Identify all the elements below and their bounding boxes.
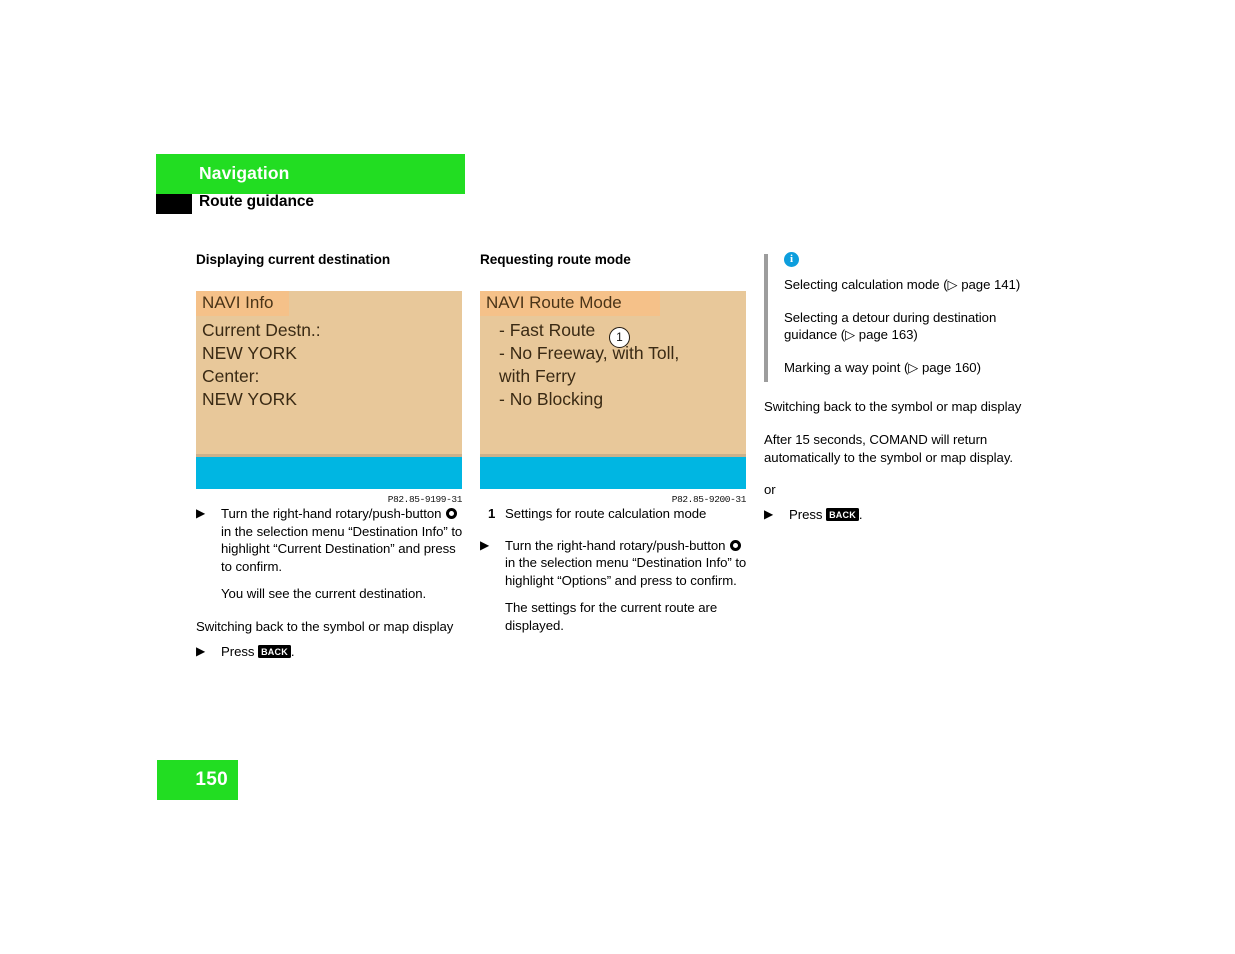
navi-info-figure: NAVI Info Current Destn.: NEW YORK Cente…: [196, 290, 464, 505]
left-step-result: You will see the current destination.: [221, 586, 427, 602]
column-right: i Selecting calculation mode (▷ page 141…: [764, 252, 1036, 533]
navi-info-screen: NAVI Info Current Destn.: NEW YORK Cente…: [196, 290, 462, 489]
chapter-banner: Navigation: [156, 154, 465, 194]
info-vertical-rule: [764, 254, 768, 382]
navi-route-mode-figure: NAVI Route Mode - Fast Route - No Freewa…: [480, 290, 748, 505]
right-or-label: or: [764, 482, 776, 498]
triangle-bullet-icon: ▶: [196, 505, 206, 520]
info-item: Marking a way point (▷ page 160): [784, 359, 981, 375]
navi-info-figure-caption: P82.85-9199-31: [387, 493, 463, 505]
callout-badge-1: 1: [609, 326, 630, 348]
navi-info-line: Current Destn.:: [202, 319, 321, 340]
rotary-push-button-icon: [730, 539, 742, 551]
triangle-bullet-icon: ▶: [480, 537, 490, 552]
navi-route-mode-screen-title: NAVI Route Mode: [486, 292, 622, 312]
column-left: Displaying current destination NAVI Info…: [196, 252, 464, 670]
middle-step-text-b: in the selection menu “Destination Info”…: [505, 555, 747, 588]
legend-text: Settings for route calculation mode: [505, 505, 707, 521]
navi-route-mode-bottom-band: [480, 456, 746, 489]
right-auto-return-text: After 15 seconds, COMAND will return aut…: [764, 431, 1014, 465]
back-key-badge[interactable]: BACK: [258, 645, 291, 659]
left-column-body: ▶ Turn the right-hand rotary/push-button…: [196, 505, 464, 660]
column-middle: Requesting route mode NAVI Route Mode - …: [480, 252, 748, 650]
navi-info-line: Center:: [202, 365, 260, 386]
middle-column-heading: Requesting route mode: [480, 252, 631, 267]
info-circle-icon: i: [784, 252, 799, 267]
navi-info-line: NEW YORK: [202, 342, 297, 363]
middle-step-text-a: Turn the right-hand rotary/push-button: [505, 537, 726, 553]
navi-route-mode-figure-caption: P82.85-9200-31: [671, 493, 747, 505]
navi-info-screen-lines: Current Destn.: NEW YORK Center: NEW YOR…: [202, 319, 458, 411]
chapter-title: Navigation: [199, 163, 290, 183]
left-period: .: [290, 643, 295, 659]
right-period: .: [858, 506, 863, 522]
legend-number: 1: [488, 505, 496, 521]
left-step-item: ▶ Turn the right-hand rotary/push-button…: [196, 505, 464, 575]
rotary-push-button-icon: [446, 507, 458, 519]
left-press-label: Press: [221, 643, 255, 659]
back-key-badge[interactable]: BACK: [826, 508, 859, 522]
left-column-heading: Displaying current destination: [196, 252, 391, 267]
info-item: Selecting calculation mode (▷ page 141): [784, 277, 1021, 292]
info-item: Selecting a detour during destination gu…: [784, 309, 997, 343]
info-callout-box: i Selecting calculation mode (▷ page 141…: [764, 252, 1036, 382]
page-number-box: 150: [157, 760, 238, 800]
section-marker-square: [156, 194, 192, 214]
navi-info-bottom-band: [196, 456, 462, 489]
left-press-back-step: ▶ Press BACK.: [196, 643, 464, 661]
section-title: Route guidance: [199, 193, 314, 210]
navi-info-screen-title: NAVI Info: [202, 292, 274, 312]
middle-legend-item: 1 Settings for route calculation mode: [480, 505, 748, 523]
left-step-text-b: in the selection menu “Destination Info”…: [221, 523, 463, 574]
right-switch-back-heading: Switching back to the symbol or map disp…: [764, 399, 1022, 415]
right-press-label: Press: [789, 506, 823, 522]
navi-route-mode-line: with Ferry: [499, 365, 576, 386]
page-header: Navigation Route guidance: [156, 154, 465, 220]
navi-info-line: NEW YORK: [202, 388, 297, 409]
navi-route-mode-screen: NAVI Route Mode - Fast Route - No Freewa…: [480, 290, 746, 489]
triangle-bullet-icon: ▶: [196, 643, 206, 658]
middle-step-result: The settings for the current route are d…: [505, 600, 718, 633]
right-column-body: Switching back to the symbol or map disp…: [764, 398, 1036, 523]
middle-column-body: 1 Settings for route calculation mode ▶ …: [480, 505, 748, 635]
page-number: 150: [195, 769, 228, 790]
left-step-text-a: Turn the right-hand rotary/push-button: [221, 505, 442, 521]
right-press-back-step: ▶ Press BACK.: [764, 506, 1036, 524]
section-row: Route guidance: [156, 193, 465, 220]
triangle-bullet-icon: ▶: [764, 506, 774, 521]
left-switch-back-heading: Switching back to the symbol or map disp…: [196, 618, 454, 634]
middle-step-item: ▶ Turn the right-hand rotary/push-button…: [480, 537, 748, 590]
navi-route-mode-line: - No Blocking: [499, 388, 604, 409]
